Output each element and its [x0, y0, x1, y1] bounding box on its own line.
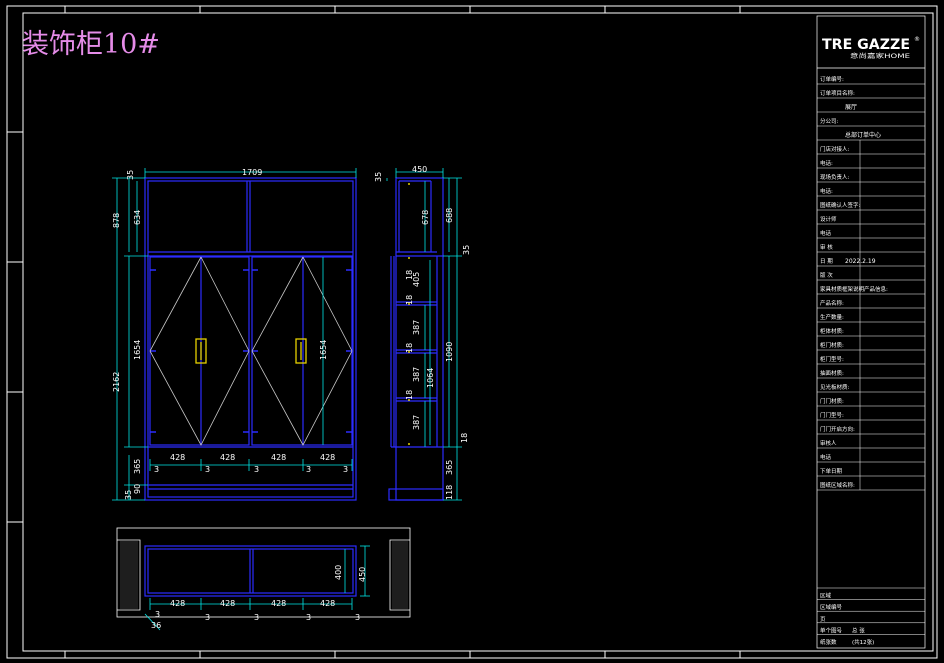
dim-front-door-width-1: 428: [170, 453, 185, 462]
title-block-row-label: 见光板材质:: [820, 383, 850, 391]
dim-side-shelf-thk-3: 18: [405, 343, 414, 353]
dim-front-total-height: 2162: [112, 372, 121, 392]
title-block-row-value: 2022.2.19: [845, 258, 876, 265]
dim-front-door-width-3: 428: [271, 453, 286, 462]
title-block-row-value: 展厅: [845, 104, 857, 111]
title-block-row-label: 门门开启方向:: [820, 425, 855, 433]
dim-side-shelf-thk-2: 18: [405, 295, 414, 305]
dim-plan-gap-2: 3: [205, 613, 210, 622]
title-block-bottom-label: 页: [820, 616, 826, 623]
title-block-bottom-label: 区域编号: [820, 603, 843, 611]
dim-side-upper-outer: 688: [445, 208, 454, 223]
dim-plan-gap-1: 3: [155, 610, 160, 619]
plan-view: 428 428 428 428 3 3 3 3 3 400 450 36: [116, 527, 411, 631]
title-block-row-label: 门店对接人:: [820, 145, 850, 153]
dim-plan-depth-inner: 400: [334, 565, 343, 580]
title-block-row-label: 订单项目名称:: [820, 89, 855, 97]
sheet-frame: [6, 5, 938, 659]
title-block-bottom-label: 区域: [820, 592, 832, 600]
dim-side-depth: 450: [412, 165, 427, 174]
title-block-row-label: 版 次: [820, 271, 833, 279]
brand-logo: TRE GAZZE ® 意尚嘉家HOME: [822, 36, 920, 60]
title-block-row-label: 设计师: [820, 215, 837, 223]
dim-side-shelf-2: 387: [412, 320, 421, 335]
dim-front-gap-5: 3: [343, 465, 348, 474]
title-block-row-label: 柜门材质:: [820, 341, 844, 349]
dim-plan-width-3: 428: [271, 599, 286, 608]
dim-front-upper-left: 878: [112, 213, 121, 228]
title-block-bottom-value: 总 张: [852, 626, 865, 634]
title-block-row-label: 审核人: [820, 439, 837, 447]
dim-plan-gap-3: 3: [254, 613, 259, 622]
title-block-bottom-label: 纸张数: [820, 638, 837, 646]
dim-front-bottom-b: 90: [133, 484, 142, 494]
dim-front-door-height-right: 1654: [319, 340, 328, 360]
dim-front-door-width-2: 428: [220, 453, 235, 462]
dim-side-upper-inner: 678: [421, 210, 430, 225]
title-block-row-label: 家具材质框架说明产品信息:: [820, 285, 888, 293]
title-block-rows: 订单编号: 订单项目名称: 展厅分公司: 总部订单中心门店对接人: 电话: 现场负责人: 电…: [817, 75, 925, 491]
dim-side-shelf-thk-4: 18: [405, 390, 414, 400]
dim-side-top: 35: [374, 172, 383, 182]
title-block-row-label: 生产数量:: [820, 313, 844, 321]
dim-front-gap-2: 3: [205, 465, 210, 474]
dim-front-width: 1709: [242, 168, 262, 177]
title-block-row-label: 门门材质:: [820, 397, 844, 405]
title-block-row-label: 图纸区域名称:: [820, 481, 855, 489]
title-block-row-label: 门门型号:: [820, 411, 844, 419]
dim-plan-gap-5: 3: [355, 613, 360, 622]
title-block-row-label: 审 核: [820, 243, 833, 251]
dim-side-bottom-c: 118: [445, 485, 454, 500]
brand-logo-mark: ®: [914, 36, 920, 43]
dim-side-bottom-b: 365: [445, 460, 454, 475]
dim-side-bottom-a: 18: [460, 433, 469, 443]
title-block-row-label: 电话: [820, 229, 832, 237]
title-block-row-label: 电话: [820, 453, 832, 461]
dim-front-top-gap: 35: [126, 170, 135, 180]
dim-front-upper-inner: 634: [133, 210, 142, 225]
title-block-row-label: 柜体材质:: [820, 327, 844, 335]
title-block-row-label: 订单编号:: [820, 75, 844, 83]
dim-front-gap-1: 3: [154, 465, 159, 474]
dim-side-shelf-3: 387: [412, 367, 421, 382]
dim-front-bottom-a: 365: [133, 459, 142, 474]
title-block-row-label: 产品名称:: [820, 299, 844, 307]
title-block-row-label: 电话:: [820, 187, 833, 195]
title-block-row-label: 图纸确认人签字:: [820, 201, 861, 209]
side-section: 450 35 678 688 35 18 405 18 387 18 387 1…: [374, 165, 471, 501]
dim-side-lower-total: 1090: [445, 342, 454, 362]
brand-logo-main: TRE GAZZE: [822, 37, 910, 53]
dim-front-gap-3: 3: [254, 465, 259, 474]
dim-plan-width-4: 428: [320, 599, 335, 608]
title-block-row-label: 日 期: [820, 258, 833, 265]
dim-plan-width-2: 428: [220, 599, 235, 608]
title-block-row-label: 抽面材质:: [820, 369, 844, 377]
dim-plan-gap-4: 3: [306, 613, 311, 622]
door-handles: [195, 338, 307, 364]
dim-front-gap-4: 3: [306, 465, 311, 474]
front-elevation: 1709 35 878 634 2162 1654 1654 365 90 35…: [112, 168, 357, 501]
title-block-row-label: 分公司:: [820, 117, 839, 125]
brand-logo-sub: 意尚嘉家HOME: [850, 52, 910, 60]
title-block-row-value: 总部订单中心: [845, 131, 881, 139]
dim-side-shelf-1: 405: [412, 272, 421, 287]
title-block-row-label: 现场负责人:: [820, 173, 850, 181]
title-block-row-label: 柜门型号:: [820, 355, 844, 363]
dim-front-door-height: 1654: [133, 340, 142, 360]
dim-plan-side: 36: [151, 621, 161, 630]
dim-front-door-width-4: 428: [320, 453, 335, 462]
cad-drawing-canvas: TRE GAZZE ® 意尚嘉家HOME 订单编号: 订单项目名称: 展厅分公司: 总…: [6, 5, 938, 659]
dim-side-lower-inner: 1064: [426, 368, 435, 388]
dim-front-bottom-c: 35: [124, 490, 133, 500]
title-block-bottom-label: 单个图号: [820, 626, 843, 634]
title-block-bottom-value: (共12张): [852, 638, 874, 646]
dim-plan-width-1: 428: [170, 599, 185, 608]
dim-side-mid-gap: 35: [462, 245, 471, 255]
title-block-row-label: 电话:: [820, 159, 833, 167]
dim-plan-depth-outer: 450: [358, 567, 367, 582]
title-block-bottom-rows: 区域区域编号页单个图号 总 张纸张数 (共12张): [817, 587, 925, 646]
title-block-row-label: 下单日期: [820, 467, 843, 475]
dim-side-shelf-4: 387: [412, 415, 421, 430]
